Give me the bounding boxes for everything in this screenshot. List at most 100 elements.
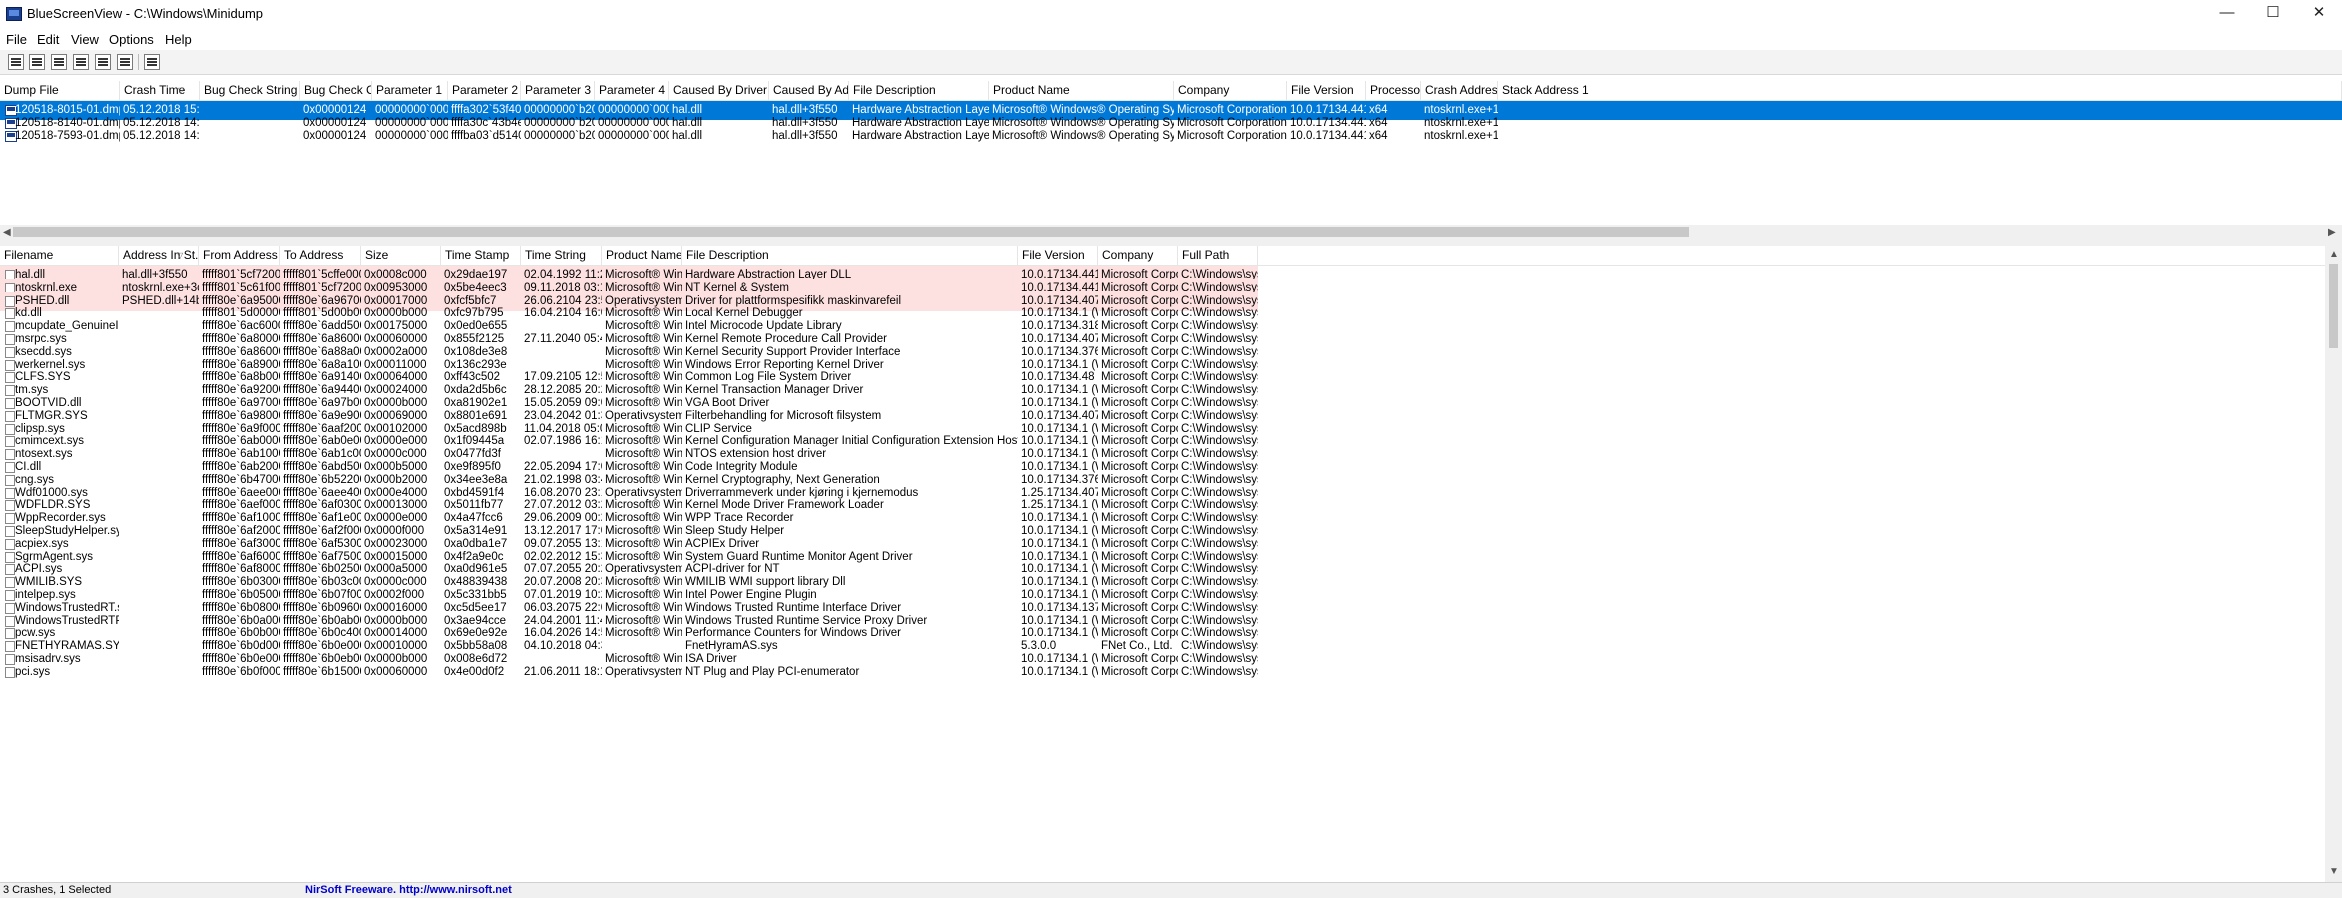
- title-bar: BlueScreenView - C:\Windows\Minidump — ☐…: [0, 0, 2342, 28]
- cell-crash-address: ntoskrnl.exe+1a9680: [1424, 129, 1498, 142]
- menu-view[interactable]: View: [71, 32, 99, 47]
- maximize-button[interactable]: ☐: [2250, 0, 2296, 28]
- dump-files-header: Dump File Crash Time ▽ Bug Check String Bug …: [0, 81, 2342, 101]
- column-header-file-version[interactable]: File Version: [1287, 81, 1366, 100]
- exit-icon[interactable]: [144, 54, 160, 70]
- column-header-label: Parameter 3: [525, 83, 592, 97]
- column-header-product-name[interactable]: Product Name: [989, 81, 1174, 100]
- scroll-up-icon[interactable]: ▲: [2329, 247, 2339, 262]
- dump-files-table: Dump File Crash Time ▽ Bug Check String Bug …: [0, 81, 2342, 225]
- refresh-icon[interactable]: [117, 54, 133, 70]
- html-report-icon[interactable]: [51, 54, 67, 70]
- cell-time-string: 21.06.2011 18:12:18: [524, 665, 602, 678]
- close-button[interactable]: ✕: [2296, 0, 2342, 28]
- column-header-label: Time String: [525, 248, 586, 262]
- column-header-file-version[interactable]: File Version: [1018, 246, 1098, 265]
- menu-options[interactable]: Options: [109, 32, 154, 47]
- column-header-label: Bug Check Code: [304, 83, 371, 97]
- scroll-right-icon[interactable]: ▶: [2328, 225, 2336, 240]
- status-count: 3 Crashes, 1 Selected: [3, 884, 112, 896]
- copy-icon[interactable]: [73, 54, 89, 70]
- cell-parameter-2: ffffba03`d5140028: [451, 129, 521, 142]
- column-header-label: Parameter 2: [452, 83, 519, 97]
- cell-parameter-3: 00000000`b20000...: [524, 129, 595, 142]
- column-header-parameter-2[interactable]: Parameter 2: [448, 81, 521, 100]
- column-header-label: Caused By Address: [773, 83, 849, 97]
- column-header-filename[interactable]: Filename: [0, 246, 119, 265]
- menu-file[interactable]: File: [6, 32, 27, 47]
- column-header-label: File Description: [853, 83, 936, 97]
- status-bar: 3 Crashes, 1 Selected NirSoft Freeware. …: [0, 882, 2342, 898]
- column-header-label: Full Path: [1182, 248, 1230, 262]
- save-icon[interactable]: [29, 54, 45, 70]
- column-header-full-path[interactable]: Full Path: [1178, 246, 1258, 265]
- cell-filename: pci.sys: [15, 665, 51, 678]
- column-header-label: File Version: [1022, 248, 1085, 262]
- column-header-crash-time[interactable]: Crash Time ▽: [120, 81, 200, 100]
- cell-parameter-1: 00000000`000000...: [375, 129, 448, 142]
- column-header-size[interactable]: Size: [361, 246, 441, 265]
- scroll-left-icon[interactable]: ◀: [3, 225, 11, 240]
- cell-bug-check-string: [200, 127, 300, 146]
- column-header-label: From Address: [203, 248, 278, 262]
- menu-edit[interactable]: Edit: [37, 32, 59, 47]
- column-header-company[interactable]: Company: [1098, 246, 1178, 265]
- column-header-from-address[interactable]: From Address: [199, 246, 280, 265]
- sort-indicator-icon: ▽: [177, 251, 184, 260]
- drivers-header: Filename Address In St... ▽ From Address To …: [0, 246, 2325, 266]
- column-header-caused-by-address[interactable]: Caused By Address: [769, 81, 849, 100]
- nirsoft-link[interactable]: NirSoft Freeware. http://www.nirsoft.net: [305, 884, 512, 896]
- cell-address-in-st: [119, 663, 199, 682]
- vertical-scrollbar[interactable]: ▲ ▼: [2325, 246, 2342, 882]
- table-row[interactable]: pci.sys fffff80e`6b0f0000 fffff80e`6b1500 0…: [0, 663, 1258, 682]
- menu-help[interactable]: Help: [165, 32, 192, 47]
- horizontal-scrollbar[interactable]: ◀ ▶: [0, 225, 2342, 240]
- column-header-bug-check-string[interactable]: Bug Check String: [200, 81, 300, 100]
- column-header-label: Caused By Driver: [673, 83, 768, 97]
- column-header-caused-by-driver[interactable]: Caused By Driver: [669, 81, 769, 100]
- column-header-stack-address-1[interactable]: Stack Address 1: [1498, 81, 2342, 100]
- column-header-company[interactable]: Company: [1174, 81, 1287, 100]
- cell-caused-by-driver: hal.dll: [672, 129, 703, 142]
- column-header-bug-check-code[interactable]: Bug Check Code: [300, 81, 372, 100]
- minimize-button[interactable]: —: [2204, 0, 2250, 28]
- properties-icon[interactable]: [95, 54, 111, 70]
- column-header-parameter-4[interactable]: Parameter 4: [595, 81, 669, 100]
- column-header-label: To Address: [284, 248, 344, 262]
- advanced-options-icon[interactable]: [8, 54, 24, 70]
- column-header-label: Bug Check String: [204, 83, 298, 97]
- cell-product-name: Microsoft® Windows® Operating System: [992, 129, 1174, 142]
- cell-from-address: fffff80e`6b0f0000: [202, 665, 280, 678]
- sort-indicator-icon: ▽: [178, 86, 185, 95]
- cell-stack-address-1: [1498, 127, 2342, 146]
- table-row[interactable]: 120518-7593-01.dmp05.12.2018 14:30:24 0x0…: [0, 127, 2342, 146]
- column-header-label: Parameter 4: [599, 83, 666, 97]
- column-header-file-description[interactable]: File Description: [682, 246, 1018, 265]
- column-header-dump-file[interactable]: Dump File: [0, 81, 120, 100]
- cell-to-address: fffff80e`6b150000: [283, 665, 361, 678]
- column-header-label: Address In St...: [123, 248, 199, 262]
- column-header-label: Product Name: [606, 248, 682, 262]
- column-header-time-string[interactable]: Time String: [521, 246, 602, 265]
- menu-bar: File Edit View Options Help: [0, 28, 2342, 50]
- column-header-address-in-st[interactable]: Address In St... ▽: [119, 246, 199, 265]
- column-header-file-description[interactable]: File Description: [849, 81, 989, 100]
- cell-crash-time: 05.12.2018 14:30:24: [123, 129, 200, 142]
- toolbar: [0, 50, 2342, 75]
- column-header-crash-address[interactable]: Crash Address: [1421, 81, 1498, 100]
- cell-company: Microsoft Corporation: [1177, 129, 1287, 142]
- column-header-to-address[interactable]: To Address: [280, 246, 361, 265]
- column-header-parameter-1[interactable]: Parameter 1: [372, 81, 448, 100]
- column-header-label: Dump File: [4, 83, 59, 97]
- vertical-scroll-thumb[interactable]: [2329, 264, 2338, 348]
- column-header-product-name[interactable]: Product Name: [602, 246, 682, 265]
- column-header-time-stamp[interactable]: Time Stamp: [441, 246, 521, 265]
- horizontal-scroll-thumb[interactable]: [13, 227, 1689, 237]
- column-header-processor[interactable]: Processor: [1366, 81, 1421, 100]
- cell-parameter-4: 00000000`000300...: [598, 129, 669, 142]
- column-header-label: Filename: [4, 248, 54, 262]
- scroll-down-icon[interactable]: ▼: [2329, 864, 2339, 879]
- cell-file-version: 10.0.17134.441 (Wi...: [1290, 129, 1366, 142]
- column-header-parameter-3[interactable]: Parameter 3: [521, 81, 595, 100]
- cell-bug-check-code: 0x00000124: [303, 129, 367, 142]
